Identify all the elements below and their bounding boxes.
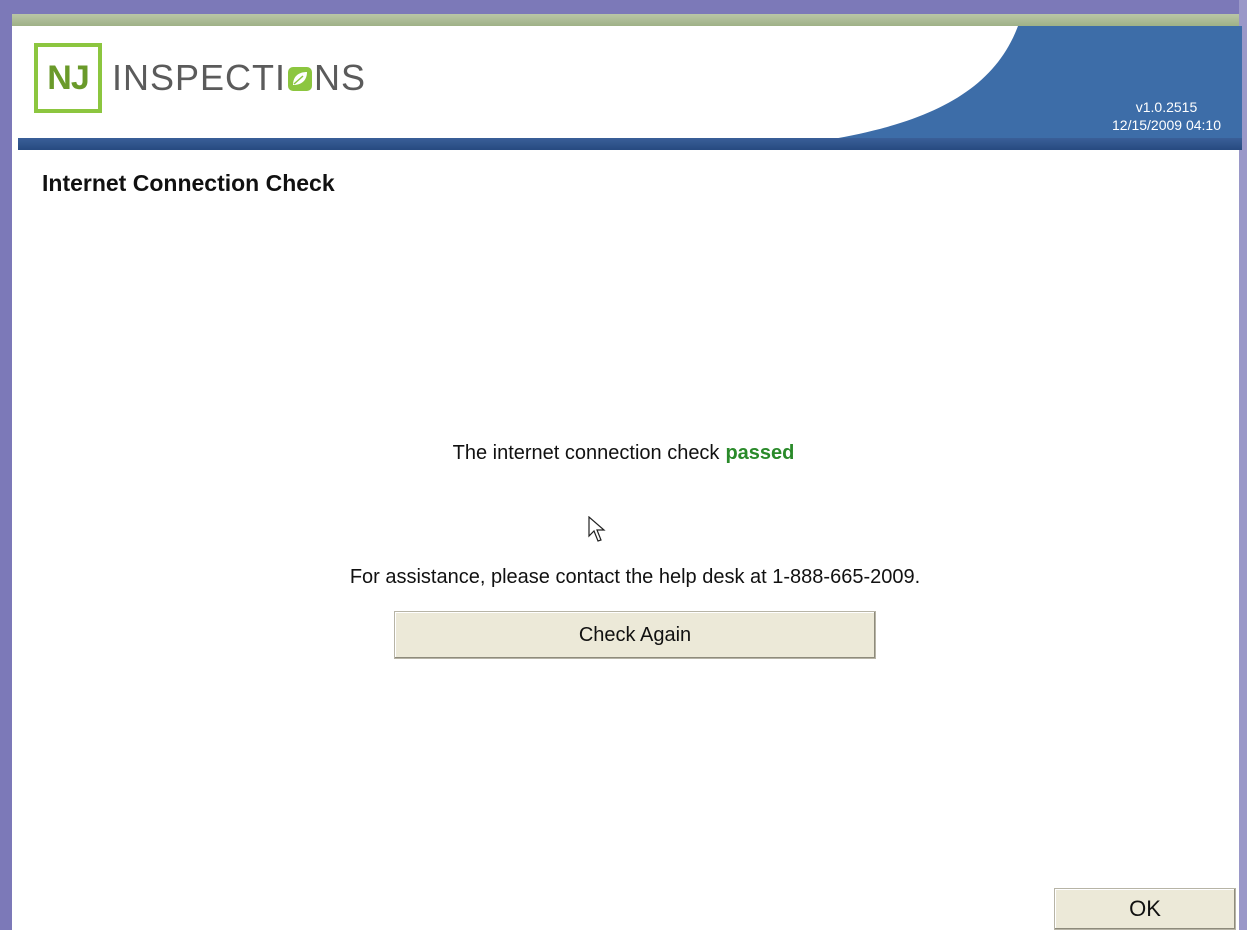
mouse-pointer-icon [588,516,606,542]
header-divider [18,138,1242,150]
logo-word-part-2: NS [314,57,367,98]
status-result: passed [725,442,795,464]
logo-word-part-1: INSPECTI [112,57,287,98]
leaf-icon [288,67,313,91]
ok-button[interactable]: OK [1054,888,1236,930]
help-desk-message: For assistance, please contact the help … [349,566,921,588]
nj-inspections-logo: NJ INSPECTI NS [34,42,366,114]
title-bar [12,0,1247,14]
version-number: v1.0.2515 [1135,99,1198,115]
app-window: NJ INSPECTI NS v1.0.2515 12/15/2009 04:1… [0,0,1247,930]
logo-initials-box: NJ [34,43,102,113]
check-again-button[interactable]: Check Again [394,611,876,659]
title-bar-strip [12,14,1247,26]
build-datetime: 12/15/2009 04:10 [1112,117,1221,133]
logo-initials: NJ [47,58,89,97]
status-prefix: The internet connection check [452,442,720,464]
connection-status-message: The internet connection check passed [0,442,1247,465]
page-title: Internet Connection Check [42,170,335,196]
window-left-border [0,0,12,930]
logo-wordmark: INSPECTI NS [112,57,366,99]
version-info: v1.0.2515 12/15/2009 04:10 [1112,98,1221,134]
